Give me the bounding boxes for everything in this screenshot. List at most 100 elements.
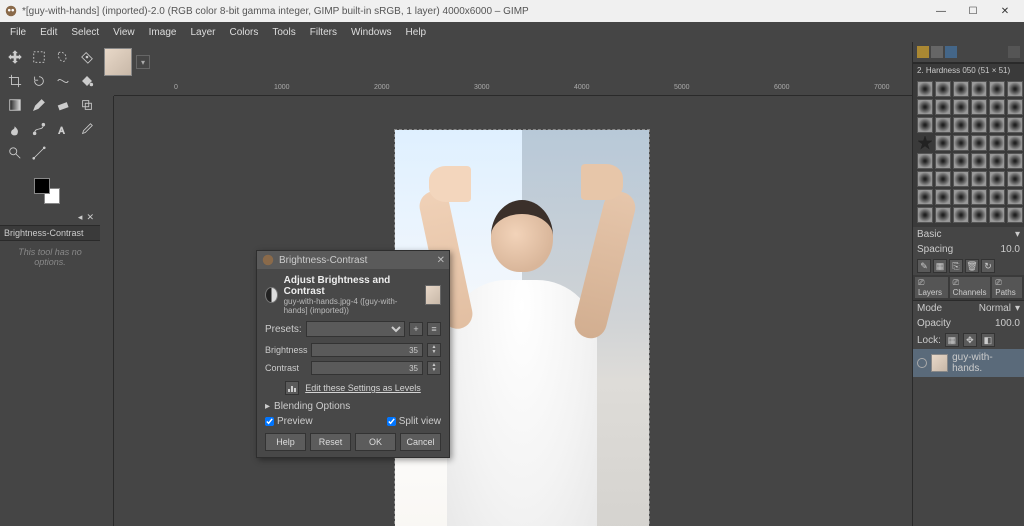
- image-tab-thumb[interactable]: [104, 48, 132, 76]
- menu-view[interactable]: View: [107, 25, 141, 40]
- brush-item[interactable]: [935, 153, 951, 169]
- brush-item[interactable]: [917, 81, 933, 97]
- brush-item[interactable]: [917, 171, 933, 187]
- menu-file[interactable]: File: [4, 25, 32, 40]
- blending-options-expander[interactable]: ▸ Blending Options: [265, 401, 441, 412]
- brush-item[interactable]: [989, 81, 1005, 97]
- brush-item[interactable]: [1007, 81, 1023, 97]
- foreground-color[interactable]: [34, 178, 50, 194]
- clone-tool[interactable]: [76, 94, 98, 116]
- brush-item[interactable]: [953, 153, 969, 169]
- menu-windows[interactable]: Windows: [345, 25, 398, 40]
- paths-tool[interactable]: [28, 118, 50, 140]
- pencil-tool[interactable]: [28, 94, 50, 116]
- brush-item[interactable]: [1007, 189, 1023, 205]
- brush-item[interactable]: [989, 171, 1005, 187]
- tab-channels[interactable]: ⎚ Channels: [950, 277, 991, 298]
- bucket-fill-tool[interactable]: [76, 70, 98, 92]
- brush-item[interactable]: [989, 189, 1005, 205]
- brush-item[interactable]: [935, 81, 951, 97]
- zoom-tool[interactable]: [4, 142, 26, 164]
- help-button[interactable]: Help: [265, 433, 306, 451]
- menu-select[interactable]: Select: [65, 25, 105, 40]
- brush-item[interactable]: [971, 81, 987, 97]
- brightness-slider[interactable]: 35: [311, 343, 423, 357]
- brush-item[interactable]: [989, 135, 1005, 151]
- dialog-close-icon[interactable]: ✕: [437, 255, 445, 266]
- brush-grid[interactable]: [913, 77, 1024, 227]
- crop-tool[interactable]: [4, 70, 26, 92]
- brush-item[interactable]: [1007, 135, 1023, 151]
- gradient-tool[interactable]: [4, 94, 26, 116]
- eraser-tool[interactable]: [52, 94, 74, 116]
- mode-menu-icon[interactable]: ▾: [1015, 303, 1020, 314]
- measure-tool[interactable]: [28, 142, 50, 164]
- brush-item[interactable]: [1007, 117, 1023, 133]
- brush-preset-menu-icon[interactable]: ▾: [1015, 229, 1020, 240]
- brush-item[interactable]: [917, 207, 933, 223]
- brush-item[interactable]: [953, 207, 969, 223]
- fg-bg-color[interactable]: [30, 174, 70, 210]
- menu-tools[interactable]: Tools: [266, 25, 301, 40]
- menu-filters[interactable]: Filters: [304, 25, 343, 40]
- move-tool[interactable]: [4, 46, 26, 68]
- menu-colors[interactable]: Colors: [223, 25, 264, 40]
- brush-item[interactable]: [953, 189, 969, 205]
- brush-item[interactable]: [935, 207, 951, 223]
- lock-alpha-icon[interactable]: ◧: [981, 333, 995, 347]
- brush-item[interactable]: [953, 99, 969, 115]
- brush-item[interactable]: [971, 135, 987, 151]
- new-view-button[interactable]: ▾: [136, 55, 150, 69]
- brush-item[interactable]: [989, 153, 1005, 169]
- contrast-slider[interactable]: 35: [311, 361, 423, 375]
- brush-item[interactable]: [935, 189, 951, 205]
- layer-row[interactable]: guy-with-hands.: [913, 349, 1024, 377]
- edit-as-levels-link[interactable]: Edit these Settings as Levels: [305, 383, 421, 393]
- brush-item[interactable]: [1007, 207, 1023, 223]
- dock-menu-icon[interactable]: ◂: [78, 212, 83, 223]
- dialog-titlebar[interactable]: Brightness-Contrast ✕: [257, 251, 449, 269]
- tab-paths[interactable]: ⎚ Paths: [992, 277, 1022, 298]
- menu-image[interactable]: Image: [143, 25, 183, 40]
- brush-item[interactable]: [935, 135, 951, 151]
- text-tool[interactable]: A: [52, 118, 74, 140]
- rect-select-tool[interactable]: [28, 46, 50, 68]
- brush-del-icon[interactable]: 🗑: [965, 259, 979, 273]
- brush-dup-icon[interactable]: ⎘: [949, 259, 963, 273]
- cancel-button[interactable]: Cancel: [400, 433, 441, 451]
- menu-help[interactable]: Help: [400, 25, 433, 40]
- fonts-tab-icon[interactable]: [945, 46, 957, 58]
- brush-item[interactable]: [989, 207, 1005, 223]
- brush-refresh-icon[interactable]: ↻: [981, 259, 995, 273]
- menu-edit[interactable]: Edit: [34, 25, 63, 40]
- brush-item[interactable]: [935, 99, 951, 115]
- preview-checkbox[interactable]: Preview: [265, 416, 313, 427]
- ok-button[interactable]: OK: [355, 433, 396, 451]
- canvas-viewport[interactable]: [114, 96, 912, 526]
- brush-item[interactable]: [953, 117, 969, 133]
- tab-layers[interactable]: ⎚ Layers: [915, 277, 948, 298]
- brushes-tab-icon[interactable]: [917, 46, 929, 58]
- brush-item[interactable]: [953, 135, 969, 151]
- brush-item[interactable]: [1007, 171, 1023, 187]
- brightness-spinner[interactable]: ▲▼: [427, 343, 441, 357]
- mode-value[interactable]: Normal: [979, 303, 1011, 314]
- smudge-tool[interactable]: [4, 118, 26, 140]
- layer-name[interactable]: guy-with-hands.: [952, 352, 1020, 374]
- dock-close-icon[interactable]: ✕: [86, 212, 94, 223]
- lock-position-icon[interactable]: ✥: [963, 333, 977, 347]
- close-button[interactable]: ✕: [990, 2, 1020, 20]
- brush-item[interactable]: [917, 135, 933, 151]
- brush-edit-icon[interactable]: ✎: [917, 259, 931, 273]
- brush-item[interactable]: [971, 189, 987, 205]
- contrast-spinner[interactable]: ▲▼: [427, 361, 441, 375]
- brush-item[interactable]: [1007, 153, 1023, 169]
- history-tab-icon[interactable]: [1008, 46, 1020, 58]
- warp-tool[interactable]: [52, 70, 74, 92]
- fuzzy-select-tool[interactable]: [76, 46, 98, 68]
- brush-item[interactable]: [971, 99, 987, 115]
- menu-layer[interactable]: Layer: [184, 25, 221, 40]
- brush-item[interactable]: [953, 81, 969, 97]
- brush-item[interactable]: [953, 171, 969, 187]
- brush-item[interactable]: [917, 189, 933, 205]
